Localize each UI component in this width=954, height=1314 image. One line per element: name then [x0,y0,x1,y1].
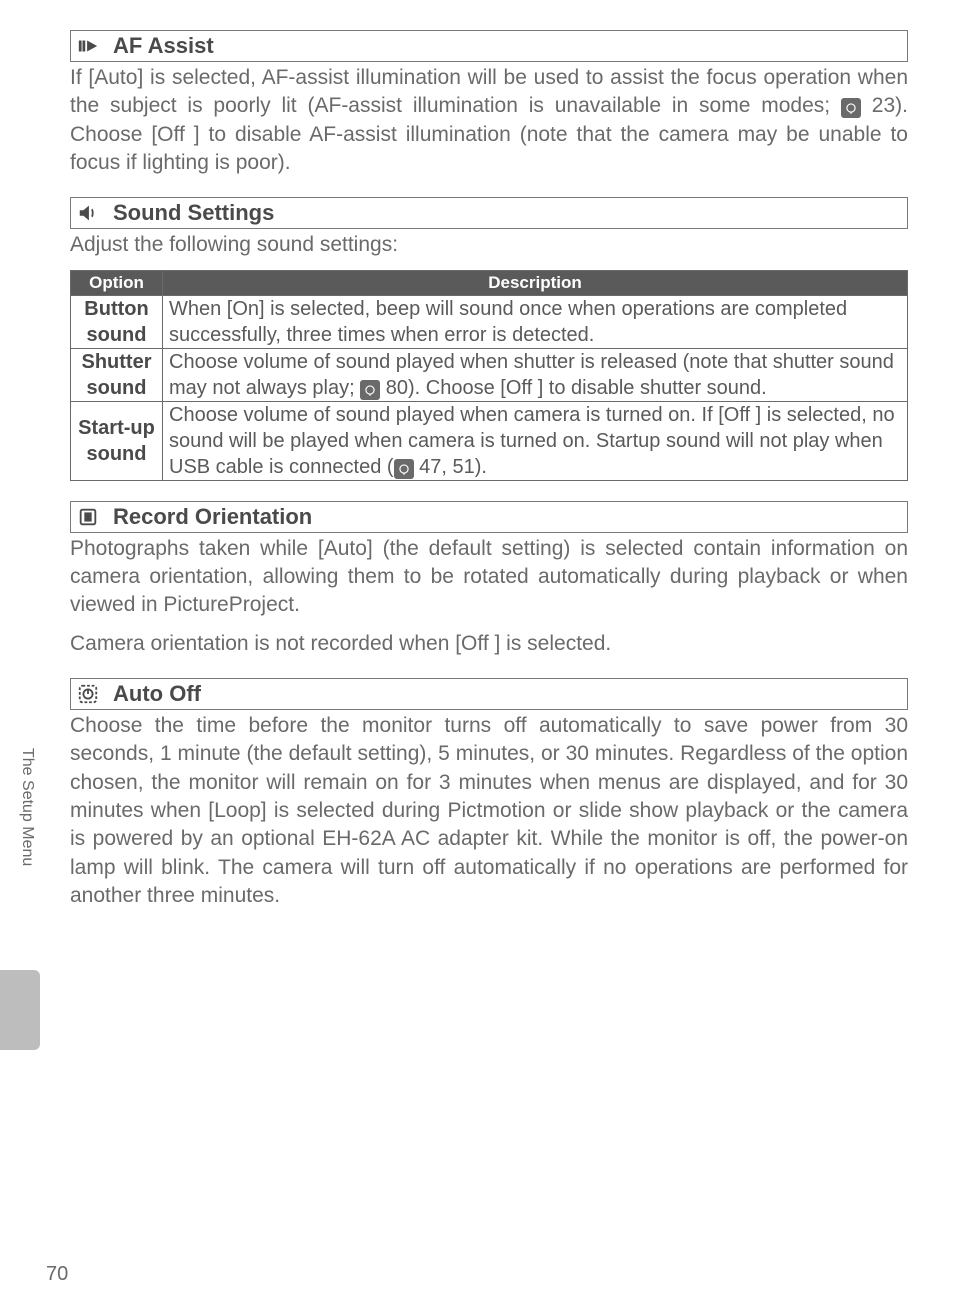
record-orientation-body2: Camera orientation is not recorded when … [70,630,908,658]
table-header-row: Option Description [71,270,908,295]
col-option: Option [71,270,163,295]
section-header-af-assist: AF Assist [70,30,908,62]
af-assist-icon [77,35,107,57]
section-header-record-orientation: Record Orientation [70,501,908,533]
auto-off-body: Choose the time before the monitor turns… [70,712,908,910]
page: AF Assist If [Auto] is selected, AF-assi… [0,0,954,1314]
af-assist-body: If [Auto] is selected, AF-assist illumin… [70,64,908,177]
table-row: Start-upsound Choose volume of sound pla… [71,401,908,480]
auto-off-icon [77,683,107,705]
page-ref-icon [360,380,380,400]
sound-icon [77,202,107,224]
option-cell: Start-upsound [71,401,163,480]
section-title: Sound Settings [107,200,274,226]
record-orientation-body1: Photographs taken while [Auto] (the defa… [70,535,908,620]
table-row: Shuttersound Choose volume of sound play… [71,348,908,401]
col-description: Description [163,270,908,295]
side-tab [0,970,40,1050]
table-row: Buttonsound When [On] is selected, beep … [71,295,908,348]
desc-cell: When [On] is selected, beep will sound o… [163,295,908,348]
option-cell: Buttonsound [71,295,163,348]
page-ref-icon [394,459,414,479]
option-cell: Shuttersound [71,348,163,401]
page-ref-icon [841,98,861,118]
section-title: Record Orientation [107,504,312,530]
sound-settings-table: Option Description Buttonsound When [On]… [70,270,908,481]
sound-settings-intro: Adjust the following sound settings: [70,231,908,259]
section-header-sound-settings: Sound Settings [70,197,908,229]
orientation-icon [77,506,107,528]
page-number: 70 [46,1263,68,1286]
section-header-auto-off: Auto Off [70,678,908,710]
desc-cell: Choose volume of sound played when camer… [163,401,908,480]
section-title: Auto Off [107,681,201,707]
side-label: The Setup Menu [16,748,36,968]
section-title: AF Assist [107,33,214,59]
desc-cell: Choose volume of sound played when shutt… [163,348,908,401]
